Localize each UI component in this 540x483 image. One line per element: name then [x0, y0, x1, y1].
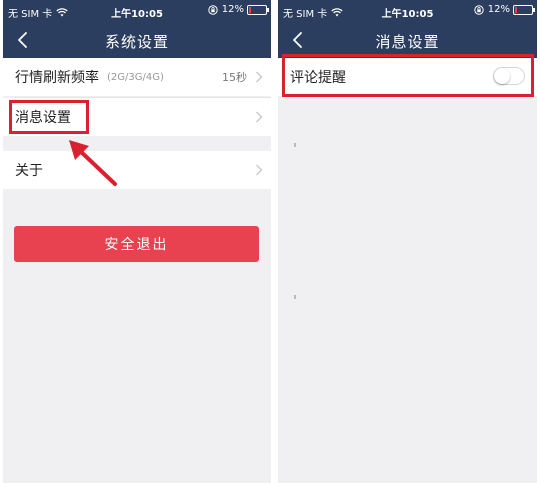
battery-icon — [513, 4, 535, 15]
comment-reminder-row: 评论提醒 — [278, 58, 537, 96]
about-row[interactable]: 关于 — [3, 151, 271, 189]
refresh-rate-row[interactable]: 行情刷新频率 (2G/3G/4G) 15秒 — [3, 58, 271, 96]
message-settings-screen: 无 SIM 卡 上午10:05 12% 消息设置 评论提醒 — [278, 0, 537, 483]
battery-percent: 12% — [487, 4, 510, 15]
about-label: 关于 — [15, 163, 43, 179]
chevron-right-icon — [256, 111, 263, 123]
chevron-right-icon — [256, 164, 263, 176]
status-bar: 无 SIM 卡 上午10:05 12% — [278, 0, 537, 22]
message-settings-row[interactable]: 消息设置 — [3, 98, 271, 136]
toggle-knob — [494, 68, 510, 84]
battery-icon — [247, 4, 269, 15]
rotation-lock-icon — [208, 4, 218, 15]
comparison-canvas: 无 SIM 卡 上午10:05 12% 系统设置 行情刷新频率 (2G/3G/4… — [0, 0, 540, 483]
refresh-rate-hint: (2G/3G/4G) — [107, 71, 164, 83]
nav-bar: 消息设置 — [278, 22, 537, 58]
page-title: 消息设置 — [375, 33, 440, 51]
status-right-group: 12% — [474, 4, 535, 15]
message-settings-label: 消息设置 — [15, 110, 71, 126]
refresh-rate-value: 15秒 — [222, 71, 247, 84]
comment-reminder-toggle[interactable] — [493, 67, 525, 85]
refresh-rate-label: 行情刷新频率 — [15, 70, 99, 86]
nav-bar: 系统设置 — [3, 22, 271, 58]
comment-reminder-label: 评论提醒 — [290, 70, 346, 86]
status-bar: 无 SIM 卡 上午10:05 12% — [3, 0, 271, 22]
battery-percent: 12% — [221, 4, 244, 15]
artifact-speck — [294, 295, 296, 299]
page-title: 系统设置 — [104, 33, 169, 51]
status-right-group: 12% — [208, 4, 269, 15]
artifact-speck — [294, 143, 296, 147]
logout-button[interactable]: 安全退出 — [14, 226, 259, 262]
chevron-right-icon — [256, 71, 263, 83]
system-settings-screen: 无 SIM 卡 上午10:05 12% 系统设置 行情刷新频率 (2G/3G/4… — [3, 0, 271, 483]
rotation-lock-icon — [474, 4, 484, 15]
battery-fill — [515, 6, 517, 13]
battery-fill — [249, 6, 251, 13]
